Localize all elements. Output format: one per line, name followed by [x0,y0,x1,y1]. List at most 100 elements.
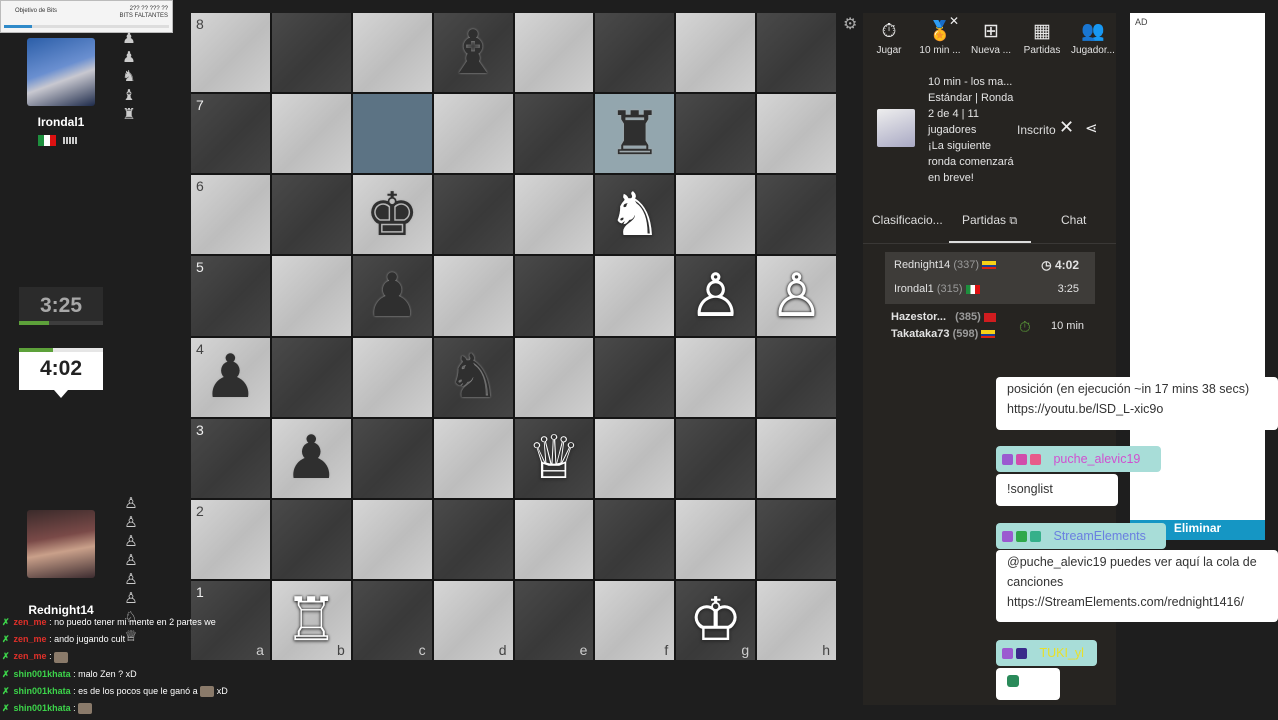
mexico-flag-icon [38,134,56,146]
square-f5[interactable] [595,256,675,336]
tab-standings[interactable]: Clasificacio... [872,213,943,227]
tab-chat[interactable]: Chat [1061,213,1086,227]
square-a4[interactable]: 4 ♟ [191,337,270,417]
square-c4[interactable] [352,337,432,417]
square-b4[interactable] [271,337,351,417]
chess-piece[interactable]: ♟ [204,347,258,407]
game-row[interactable]: Rednight14 (337) Irondal1 (315) ◷ 4:02 3… [885,252,1095,304]
chess-piece[interactable]: ♙ [770,265,824,326]
square-c1[interactable]: c [352,580,432,660]
square-e1[interactable]: e [514,580,594,660]
square-e6[interactable] [514,175,594,255]
square-e5[interactable] [514,256,594,336]
chess-piece[interactable]: ♞ [446,347,500,407]
square-g3[interactable] [676,418,756,498]
square-a6[interactable]: 6 [191,175,270,255]
nav-jugar[interactable]: ⏱ Jugar [864,19,914,56]
tab-games[interactable]: Partidas ⧉ [962,213,1017,228]
share-icon[interactable]: ⋖ [1085,119,1098,137]
square-g1[interactable]: g ♔ [676,580,756,660]
square-g6[interactable] [676,175,756,255]
chat-message [996,668,1060,700]
square-g8[interactable] [676,13,756,93]
player-name-top: Irondal1 [37,115,85,129]
square-f1[interactable]: f [595,580,675,660]
square-h5[interactable]: ♙ [757,256,836,336]
square-e3[interactable]: ♕ [514,418,594,498]
chess-piece[interactable]: ♙ [689,265,743,326]
square-b8[interactable] [271,13,351,93]
square-f6[interactable]: ♞ [595,175,675,255]
square-a7[interactable]: 7 [191,94,270,174]
square-c6[interactable]: ♚ [352,175,432,255]
bits-goal-widget: Objetivo de Bits 2?? ?? ??? ?? BITS FALT… [0,0,173,33]
chess-piece[interactable]: ♜ [608,103,662,164]
square-b3[interactable]: ♟ [271,418,351,498]
square-h7[interactable] [757,94,836,174]
square-a2[interactable]: 2 [191,499,270,579]
square-b6[interactable] [271,175,351,255]
board-icon: ▦ [1033,21,1051,42]
square-f2[interactable] [595,499,675,579]
chat-line: ✗ shin001khata : es de los pocos que le g… [2,685,228,697]
square-c7[interactable] [352,94,432,174]
square-e8[interactable] [514,13,594,93]
close-icon[interactable]: ✕ [1059,117,1074,138]
square-c8[interactable] [352,13,432,93]
square-f8[interactable] [595,13,675,93]
square-d7[interactable] [433,94,513,174]
sword-icon: ✗ [2,617,10,627]
square-h3[interactable] [757,418,836,498]
chess-piece[interactable]: ♟ [284,428,338,488]
square-g4[interactable] [676,337,756,417]
square-d8[interactable]: ♝ [433,13,513,93]
square-h2[interactable] [757,499,836,579]
square-g7[interactable] [676,94,756,174]
chess-board[interactable]: 8 ♝ 7 ♜ 6 ♚ ♞ 5 ♟ ♙ ♙ 4 ♟ ♞ 3 ♟ ♕ 2 1 a b ♖ c d e f g ♔ h [191,13,836,660]
square-c3[interactable] [352,418,432,498]
square-h4[interactable] [757,337,836,417]
square-f3[interactable] [595,418,675,498]
square-a3[interactable]: 3 [191,418,270,498]
chess-piece[interactable]: ♟ [365,265,419,326]
close-icon[interactable]: ✕ [949,14,959,28]
square-d3[interactable] [433,418,513,498]
square-h6[interactable] [757,175,836,255]
nav-nueva[interactable]: ⊞ Nueva ... [966,19,1016,56]
captured-piece: ♜ [122,106,136,123]
chess-piece[interactable]: ♝ [446,22,500,83]
chat-username: shin001khata [13,685,71,696]
clock-icon: ◷ [1041,258,1052,272]
square-a8[interactable]: 8 [191,13,270,93]
chess-piece[interactable]: ♞ [608,184,662,245]
square-e4[interactable] [514,337,594,417]
square-b7[interactable] [271,94,351,174]
square-f7[interactable]: ♜ [595,94,675,174]
chess-piece[interactable]: ♔ [689,590,743,650]
chess-piece[interactable]: ♚ [365,184,419,245]
square-g5[interactable]: ♙ [676,256,756,336]
square-f4[interactable] [595,337,675,417]
square-b5[interactable] [271,256,351,336]
square-d6[interactable] [433,175,513,255]
square-c2[interactable] [352,499,432,579]
nav-jugador[interactable]: 👥 Jugador... [1068,19,1118,56]
square-d2[interactable] [433,499,513,579]
chat-message: !songlist [996,474,1118,506]
gear-icon[interactable]: ⚙ [843,14,857,34]
square-g2[interactable] [676,499,756,579]
chess-piece[interactable]: ♕ [527,428,581,488]
nav-label: Nueva ... [970,45,1012,56]
square-b2[interactable] [271,499,351,579]
square-d5[interactable] [433,256,513,336]
square-d4[interactable]: ♞ [433,337,513,417]
square-e7[interactable] [514,94,594,174]
square-c5[interactable]: ♟ [352,256,432,336]
square-a5[interactable]: 5 [191,256,270,336]
square-d1[interactable]: d [433,580,513,660]
square-h1[interactable]: h [757,580,836,660]
game-row[interactable]: Hazestor... (385) Takataka73 (598) ⏱ 10 … [885,311,1095,347]
square-h8[interactable] [757,13,836,93]
nav-partidas[interactable]: ▦ Partidas [1017,19,1067,56]
square-e2[interactable] [514,499,594,579]
